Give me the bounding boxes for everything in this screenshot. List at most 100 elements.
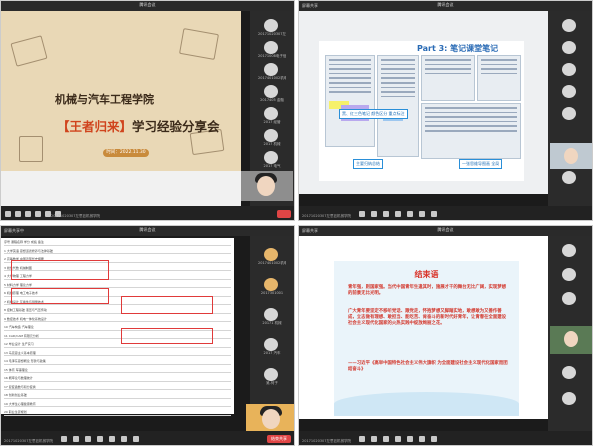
school-name: 机械与汽车工程学院 xyxy=(55,93,154,106)
camera-icon[interactable] xyxy=(15,211,21,217)
participant-tile[interactable]: 2017 汽车 xyxy=(258,338,286,356)
participant-tile[interactable]: 吴-何子 xyxy=(258,368,286,386)
control-bar xyxy=(1,206,294,220)
slide-title-page: 机械与汽车工程学院 【王者归来】学习经验分享会 时间：2022.11.30 xyxy=(1,11,241,171)
chat-icon[interactable] xyxy=(407,436,413,442)
avatar xyxy=(264,368,278,381)
decor-cup-icon xyxy=(19,136,43,162)
person-face xyxy=(564,148,578,164)
participant-name: 2017 经管 xyxy=(263,120,281,124)
participant-tile[interactable]: 2017405 金融 xyxy=(258,85,286,103)
participant-tile[interactable] xyxy=(556,107,584,125)
record-icon[interactable] xyxy=(395,436,401,442)
note-photo xyxy=(477,55,521,101)
participant-name: 2017405 金融 xyxy=(260,98,284,102)
participant-tile[interactable] xyxy=(556,41,584,59)
speaker-webcam[interactable] xyxy=(550,326,592,354)
window-topbar: 屏幕共享 腾讯会议 xyxy=(299,226,592,236)
apps-icon[interactable] xyxy=(431,211,437,217)
table-row: 16 概率论与数理统计 xyxy=(4,376,231,382)
participant-name: 20171 机械 xyxy=(262,321,282,325)
slide-notes-page: Part 3: 笔记课堂笔记 黑、红三色笔记 颜色区分 重点标注 主要归纳总结 … xyxy=(319,41,524,181)
slide-title: Part 3: 笔记课堂笔记 xyxy=(417,44,499,53)
camera-icon[interactable] xyxy=(371,436,377,442)
participant-tile[interactable]: 2017401002机电学院 xyxy=(258,63,286,81)
participant-sidebar[interactable] xyxy=(548,11,592,206)
quote: ——习近平《高举中国特色社会主义伟大旗帜 为全面建设社会主义现代化国家而团结奋斗… xyxy=(348,361,508,372)
meeting-title: 腾讯会议 xyxy=(437,227,454,232)
event-suffix: 学习经验分享会 xyxy=(132,119,220,134)
share-icon[interactable] xyxy=(383,436,389,442)
participants-icon[interactable] xyxy=(419,436,425,442)
apps-icon[interactable] xyxy=(133,436,139,442)
participant-tile[interactable]: 20171008电子信息 xyxy=(258,41,286,59)
avatar xyxy=(264,308,278,321)
participant-tile[interactable] xyxy=(556,268,584,286)
person-face xyxy=(262,409,280,429)
participant-tile[interactable]: 2017 电气 xyxy=(258,151,286,169)
speaker-webcam[interactable] xyxy=(241,171,293,201)
participant-name: 20171020307左思钰机械学院 xyxy=(258,32,286,36)
record-icon[interactable] xyxy=(97,436,103,442)
mic-icon[interactable] xyxy=(359,436,365,442)
participant-tile[interactable]: 2017301001 xyxy=(258,278,286,296)
chat-icon[interactable] xyxy=(407,211,413,217)
participant-sidebar[interactable]: 2017401002机电学院 2017301001 20171 机械 2017 … xyxy=(250,236,294,431)
window-topbar: 屏幕共享中 腾讯会议 xyxy=(1,226,294,236)
participant-tile[interactable] xyxy=(556,171,584,189)
highlight-box xyxy=(121,328,213,344)
share-icon[interactable] xyxy=(383,211,389,217)
chat-icon[interactable] xyxy=(109,436,115,442)
meeting-window-3: 屏幕共享中 腾讯会议 序号 课程名称 学分 成绩 备注 1 大学英语 思想道德修养… xyxy=(0,225,295,446)
mic-icon[interactable] xyxy=(61,436,67,442)
participants-icon[interactable] xyxy=(419,211,425,217)
participant-name: 2017401002机电学院 xyxy=(258,76,286,80)
participant-tile[interactable]: 20171020307左思钰机械学院 xyxy=(258,19,286,37)
table-row: 17 复变函数与积分变换 xyxy=(4,385,231,390)
current-user-name: 20171020307左思钰机械学院 xyxy=(4,439,53,443)
participant-name: 2017 汽车 xyxy=(263,351,281,355)
participant-tile[interactable] xyxy=(556,366,584,384)
participant-tile[interactable] xyxy=(556,392,584,410)
participant-tile[interactable] xyxy=(556,85,584,103)
paragraph: 青年强，则国家强。当代中国青年生逢其时，施展才干的舞台无比广阔，实现梦想的前景无… xyxy=(348,285,507,296)
meeting-title: 腾讯会议 xyxy=(437,2,454,7)
avatar xyxy=(264,278,278,291)
slide-conclusion: 结束语 青年强，则国家强。当代中国青年生逢其时，施展才干的舞台无比广阔，实现梦想… xyxy=(334,261,519,416)
participant-tile[interactable]: 2017 经管 xyxy=(258,107,286,125)
participant-tile[interactable] xyxy=(556,19,584,37)
participant-tile[interactable] xyxy=(556,292,584,310)
camera-icon[interactable] xyxy=(371,211,377,217)
avatar xyxy=(264,107,278,120)
meeting-window-4: 屏幕共享 腾讯会议 结束语 青年强，则国家强。当代中国青年生逢其时，施展才干的舞… xyxy=(298,225,593,446)
participant-tile[interactable] xyxy=(556,63,584,81)
event-name: 王者归来 xyxy=(69,119,120,134)
speaker-webcam[interactable] xyxy=(550,143,592,169)
end-call-button[interactable] xyxy=(277,210,291,218)
slide-title: 结束语 xyxy=(414,270,439,279)
window-topbar: 屏幕共享 腾讯会议 xyxy=(299,1,592,11)
share-icon[interactable] xyxy=(25,211,31,217)
share-icon[interactable] xyxy=(85,436,91,442)
meeting-window-1: 腾讯会议 机械与汽车工程学院 【王者归来】学习经验分享会 时间：2022.11.… xyxy=(0,0,295,221)
participant-tile[interactable]: 2017401002机电学院 xyxy=(258,248,286,266)
note-photo xyxy=(377,55,419,157)
participant-tile[interactable] xyxy=(556,244,584,262)
camera-icon[interactable] xyxy=(73,436,79,442)
stop-sharing-button[interactable]: 结束共享 xyxy=(267,435,291,443)
participants-icon[interactable] xyxy=(121,436,127,442)
decor-book-icon xyxy=(10,35,48,67)
record-icon[interactable] xyxy=(35,211,41,217)
mic-icon[interactable] xyxy=(5,211,11,217)
apps-icon[interactable] xyxy=(431,436,437,442)
participant-tile[interactable]: 2017 机械 xyxy=(258,129,286,147)
participant-tile[interactable]: 20171 机械 xyxy=(258,308,286,326)
speaker-webcam[interactable] xyxy=(246,404,294,432)
table-row: 14 毛泽东思想概论 形势与政策 xyxy=(4,359,231,365)
meeting-title: 腾讯会议 xyxy=(139,2,156,7)
mic-icon[interactable] xyxy=(359,211,365,217)
current-user-name: 20171020307左思钰机械学院 xyxy=(302,214,351,218)
paragraph: 广大青年要坚定不移听党话、跟党走，怀抱梦想又脚踏实地，敢想敢为又善作善成，立志做… xyxy=(348,309,507,326)
record-icon[interactable] xyxy=(395,211,401,217)
avatar xyxy=(264,338,278,351)
